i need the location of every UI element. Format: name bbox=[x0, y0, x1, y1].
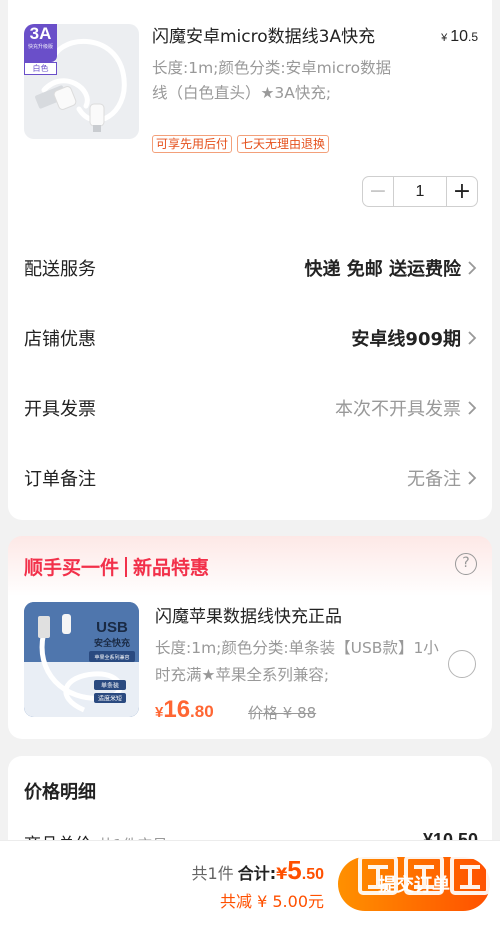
add-on-deal-card: 顺手买一件 新品特惠 ? USB 安全快充 苹果全系列兼容 单条装 适度米短 闪魔… bbox=[8, 536, 492, 739]
deal-product-title[interactable]: 闪魔苹果数据线快充正品 bbox=[155, 602, 342, 627]
tag-pay-later: 可享先用后付 bbox=[152, 135, 233, 153]
product-thumbnail[interactable]: 3A 快充升级版 白色 bbox=[24, 24, 139, 139]
product-price: ¥10.5 bbox=[441, 28, 478, 46]
thumb-fast-charge-text: 安全快充 bbox=[94, 637, 130, 649]
thumb-usb-text: USB bbox=[96, 619, 128, 636]
increase-button[interactable]: + bbox=[446, 177, 477, 206]
tag-seven-day-return: 七天无理由退换 bbox=[237, 135, 330, 153]
total-integer: 5 bbox=[287, 855, 302, 885]
thumb-compat-text: 苹果全系列兼容 bbox=[94, 654, 129, 661]
badge-main: 3A bbox=[29, 24, 52, 43]
row-value: 无备注 bbox=[407, 469, 461, 490]
chevron-right-icon bbox=[468, 401, 477, 415]
row-label: 订单备注 bbox=[24, 469, 96, 490]
service-tags: 可享先用后付 七天无理由退换 bbox=[152, 135, 330, 153]
badge-sub: 快充升级版 bbox=[27, 44, 53, 50]
chevron-right-icon bbox=[468, 471, 477, 485]
price-integer: 10 bbox=[450, 28, 468, 45]
price-decimal: .80 bbox=[190, 702, 214, 721]
price-detail-heading: 价格明细 bbox=[24, 782, 96, 803]
product-title[interactable]: 闪魔安卓micro数据线3A快充 bbox=[152, 26, 412, 48]
help-icon[interactable]: ? bbox=[455, 553, 477, 575]
deal-heading: 顺手买一件 新品特惠 bbox=[24, 553, 209, 580]
row-label: 开具发票 bbox=[24, 399, 96, 420]
total-decimal: .50 bbox=[301, 866, 324, 883]
chevron-right-icon bbox=[468, 331, 477, 345]
decrease-button[interactable]: − bbox=[363, 177, 394, 206]
total-label: 合计: bbox=[237, 864, 277, 883]
thumb-chip-single: 单条装 bbox=[101, 682, 119, 690]
total-amount: ¥5.50 bbox=[276, 855, 324, 885]
watermark-logo bbox=[358, 855, 490, 895]
deal-price: ¥16.80 bbox=[155, 696, 214, 724]
row-delivery[interactable]: 配送服务 快递 免邮 送运费险 bbox=[8, 248, 492, 288]
chevron-right-icon bbox=[468, 261, 477, 275]
price-decimal: .5 bbox=[467, 30, 478, 44]
deal-heading-right: 新品特惠 bbox=[133, 557, 210, 579]
total-currency: ¥ bbox=[276, 864, 288, 883]
deal-product-thumbnail[interactable]: USB 安全快充 苹果全系列兼容 单条装 适度米短 bbox=[24, 602, 139, 717]
quantity-stepper: − 1 + bbox=[362, 176, 478, 207]
heading-divider bbox=[125, 557, 128, 577]
deal-select-radio[interactable] bbox=[448, 650, 476, 678]
spec-badge: 3A 快充升级版 白色 bbox=[24, 24, 57, 75]
row-invoice[interactable]: 开具发票 本次不开具发票 bbox=[8, 388, 492, 428]
row-order-note[interactable]: 订单备注 无备注 bbox=[8, 458, 492, 498]
product-spec[interactable]: 长度:1m;颜色分类:安卓micro数据线（白色直头）★3A快充; bbox=[152, 56, 400, 106]
row-value: 快递 免邮 送运费险 bbox=[304, 259, 461, 280]
row-value: 本次不开具发票 bbox=[335, 399, 461, 420]
row-label: 店铺优惠 bbox=[24, 329, 96, 350]
thumb-chip-length: 适度米短 bbox=[98, 695, 122, 703]
quantity-value[interactable]: 1 bbox=[394, 183, 446, 201]
usb-cable-image: USB 安全快充 苹果全系列兼容 单条装 适度米短 bbox=[24, 602, 139, 717]
deal-heading-left: 顺手买一件 bbox=[24, 557, 120, 579]
item-count: 共1件 bbox=[191, 864, 234, 883]
original-price: 价格 ¥ 88 bbox=[248, 704, 317, 722]
badge-color: 白色 bbox=[24, 62, 57, 75]
watermark-url: zhizhizhi.com bbox=[370, 911, 461, 927]
row-label: 配送服务 bbox=[24, 259, 96, 280]
price-currency: ¥ bbox=[441, 32, 448, 44]
order-item-card: 3A 快充升级版 白色 闪魔安卓micro数据线3A快充 ¥10.5 长度:1m… bbox=[8, 0, 492, 520]
row-value: 安卓线909期 bbox=[351, 329, 461, 350]
price-integer: 16 bbox=[163, 696, 191, 723]
checkout-bar: 共1件 合计:¥5.50 共减 ¥ 5.00元 提交订单 zhizhizhi.co… bbox=[0, 840, 500, 927]
discount-saved: 共减 ¥ 5.00元 bbox=[220, 892, 324, 911]
order-total: 共1件 合计:¥5.50 bbox=[192, 855, 324, 886]
row-shop-discount[interactable]: 店铺优惠 安卓线909期 bbox=[8, 318, 492, 358]
deal-product-spec[interactable]: 长度:1m;颜色分类:单条装【USB款】1小时充满★苹果全系列兼容; bbox=[155, 635, 445, 689]
